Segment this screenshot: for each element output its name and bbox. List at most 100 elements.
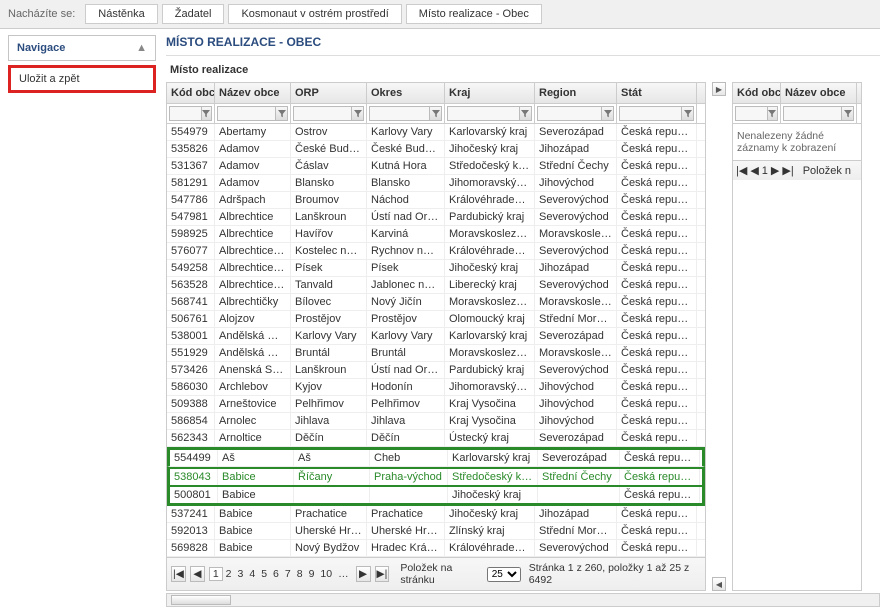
next-page-icon[interactable]: ▶ [356, 566, 371, 582]
nav-panel-header[interactable]: Navigace ▲ [8, 35, 156, 61]
table-row[interactable]: 538043BabiceŘíčanyPraha-východStředočesk… [167, 467, 705, 487]
table-row[interactable]: 535826AdamovČeské BudějoviceČeské Budějo… [167, 141, 705, 158]
col-header[interactable]: Kód obce [167, 83, 215, 103]
cell: Babice [215, 523, 291, 539]
filter-icon[interactable] [602, 106, 614, 121]
cell: Děčín [291, 430, 367, 446]
cell [538, 487, 620, 503]
scroll-right-icon[interactable]: ▶ [712, 82, 726, 96]
cell: Broumov [291, 192, 367, 208]
table-row[interactable]: 506761AlojzovProstějovProstějovOlomoucký… [167, 311, 705, 328]
cell: Lanškroun [291, 362, 367, 378]
page-number[interactable]: … [335, 568, 352, 580]
cell: Karlovarský kraj [448, 450, 538, 466]
cell: Moravskoslezsko [535, 294, 617, 310]
table-row[interactable]: 598925AlbrechticeHavířovKarvináMoravskos… [167, 226, 705, 243]
page-number[interactable]: 4 [246, 568, 258, 580]
col-header[interactable]: Region [535, 83, 617, 103]
table-row[interactable]: 576077Albrechtice nad…Kostelec nad Orlic… [167, 243, 705, 260]
cell: Střední Čechy [538, 469, 620, 485]
cell: Česká republika [617, 430, 697, 446]
filter-input[interactable] [369, 106, 430, 121]
breadcrumb-item[interactable]: Nástěnka [85, 4, 157, 24]
filter-input[interactable] [619, 106, 682, 121]
col-header[interactable]: Kraj [445, 83, 535, 103]
table-row[interactable]: 547786AdršpachBroumovNáchodKrálovéhradec… [167, 192, 705, 209]
filter-icon[interactable] [768, 106, 778, 121]
col-header[interactable]: Název obce [781, 83, 857, 103]
filter-icon[interactable] [430, 106, 442, 121]
filter-icon[interactable] [352, 106, 364, 121]
filter-input[interactable] [735, 106, 768, 121]
filter-input[interactable] [783, 106, 842, 121]
last-page-icon[interactable]: ▶| [375, 566, 390, 582]
breadcrumb-item[interactable]: Místo realizace - Obec [406, 4, 542, 24]
first-page-icon[interactable]: |◀ [736, 164, 747, 177]
filter-input[interactable] [447, 106, 520, 121]
table-row[interactable]: 554979AbertamyOstrovKarlovy VaryKarlovar… [167, 124, 705, 141]
table-row[interactable]: 538001Andělská HoraKarlovy VaryKarlovy V… [167, 328, 705, 345]
col-header[interactable]: Název obce [215, 83, 291, 103]
cell: Jihozápad [535, 506, 617, 522]
page-number[interactable]: 10 [317, 568, 335, 580]
table-row[interactable]: 549258Albrechtice nad…PísekPísekJihočesk… [167, 260, 705, 277]
table-row[interactable]: 531367AdamovČáslavKutná HoraStředočeský … [167, 158, 705, 175]
table-row[interactable]: 509388ArneštovicePelhřimovPelhřimovKraj … [167, 396, 705, 413]
prev-page-icon[interactable]: ◀ [750, 164, 758, 177]
page-number[interactable]: 7 [282, 568, 294, 580]
filter-icon[interactable] [276, 106, 288, 121]
table-row[interactable]: 573426Anenská StudánkaLanškrounÚstí nad … [167, 362, 705, 379]
page-number[interactable]: 3 [235, 568, 247, 580]
col-header[interactable]: Stát [617, 83, 697, 103]
table-row[interactable]: 562343ArnolticeDěčínDěčínÚstecký krajSev… [167, 430, 705, 447]
prev-page-icon[interactable]: ◀ [190, 566, 205, 582]
filter-input[interactable] [537, 106, 602, 121]
page-number[interactable]: 5 [258, 568, 270, 580]
last-page-icon[interactable]: ▶| [782, 164, 793, 177]
page-number[interactable]: 6 [270, 568, 282, 580]
cell: Cheb [370, 450, 448, 466]
page-number[interactable]: 1 [209, 567, 223, 581]
filter-input[interactable] [217, 106, 276, 121]
filter-icon[interactable] [520, 106, 532, 121]
cell: Náchod [367, 192, 445, 208]
table-row[interactable]: 551929Andělská HoraBruntálBruntálMoravsk… [167, 345, 705, 362]
page-number[interactable]: 8 [294, 568, 306, 580]
table-row[interactable]: 537241BabicePrachaticePrachaticeJihočesk… [167, 506, 705, 523]
breadcrumb: Nacházíte se: Nástěnka Žadatel Kosmonaut… [0, 0, 880, 29]
cell: Olomoucký kraj [445, 311, 535, 327]
table-row[interactable]: 547981AlbrechticeLanškrounÚstí nad Orlic… [167, 209, 705, 226]
col-header[interactable]: Kód obce [733, 83, 781, 103]
table-row[interactable]: 563528Albrechtice v Jiz…TanvaldJablonec … [167, 277, 705, 294]
filter-icon[interactable] [682, 106, 694, 121]
filter-icon[interactable] [202, 106, 212, 121]
table-row[interactable]: 568741AlbrechtičkyBílovecNový JičínMorav… [167, 294, 705, 311]
per-page-select[interactable]: 25 [487, 567, 521, 582]
table-row[interactable]: 592013BabiceUherské HradištěUherské Hrad… [167, 523, 705, 540]
table-row[interactable]: 569828BabiceNový BydžovHradec KrálovéKrá… [167, 540, 705, 557]
cell: Kraj Vysočina [445, 413, 535, 429]
filter-input[interactable] [293, 106, 352, 121]
table-row[interactable]: 586030ArchlebovKyjovHodonínJihomoravský … [167, 379, 705, 396]
breadcrumb-item[interactable]: Žadatel [162, 4, 225, 24]
page-number[interactable]: 9 [306, 568, 318, 580]
table-row[interactable]: 586854ArnolecJihlavaJihlavaKraj Vysočina… [167, 413, 705, 430]
table-row[interactable]: 581291AdamovBlanskoBlanskoJihomoravský k… [167, 175, 705, 192]
page-number[interactable]: 2 [223, 568, 235, 580]
cell: Jihočeský kraj [445, 260, 535, 276]
col-header[interactable]: Okres [367, 83, 445, 103]
table-row[interactable]: 554499AšAšChebKarlovarský krajSeverozápa… [167, 447, 705, 467]
save-and-back-button[interactable]: Uložit a zpět [8, 65, 156, 93]
first-page-icon[interactable]: |◀ [171, 566, 186, 582]
next-page-icon[interactable]: ▶ [771, 164, 779, 177]
page-number[interactable]: 1 [762, 165, 768, 177]
cell: Královéhradecký kraj [445, 243, 535, 259]
horizontal-scrollbar[interactable] [166, 593, 880, 607]
table-row[interactable]: 500801BabiceJihočeský krajČeská republik… [167, 487, 705, 506]
cell: Albrechtice [215, 226, 291, 242]
filter-input[interactable] [169, 106, 202, 121]
filter-icon[interactable] [842, 106, 854, 121]
col-header[interactable]: ORP [291, 83, 367, 103]
scroll-left-icon[interactable]: ◀ [712, 577, 726, 591]
breadcrumb-item[interactable]: Kosmonaut v ostrém prostředí [228, 4, 401, 24]
